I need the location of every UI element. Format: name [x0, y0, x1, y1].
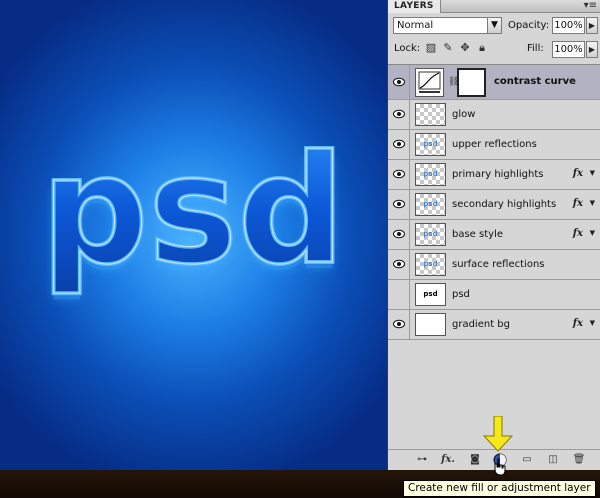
- eye-icon: [393, 109, 405, 119]
- opacity-label: Opacity:: [508, 20, 550, 31]
- fill-label: Fill:: [527, 43, 544, 54]
- document-canvas[interactable]: psd psd psd: [0, 0, 387, 470]
- layer-mask-thumbnail[interactable]: [457, 68, 486, 97]
- blend-opacity-row: Normal ▼ Opacity: 100% ▶: [388, 14, 600, 36]
- add-mask-icon[interactable]: ◙: [468, 453, 482, 467]
- layer-name: contrast curve: [494, 76, 576, 87]
- layer-upper-reflections[interactable]: psd upper reflections: [388, 130, 600, 160]
- layers-list: ⛓ contrast curve glow psd upper reflecti…: [388, 64, 600, 346]
- lock-transparent-icon[interactable]: ▨: [425, 41, 437, 55]
- layer-psd[interactable]: psd psd: [388, 280, 600, 310]
- layer-name: surface reflections: [452, 259, 545, 270]
- fill-field[interactable]: 100%: [552, 41, 585, 58]
- tooltip: Create new fill or adjustment layer: [403, 480, 596, 497]
- visibility-toggle[interactable]: [388, 310, 410, 339]
- layer-contrast-curve[interactable]: ⛓ contrast curve: [388, 65, 600, 100]
- fx-badge[interactable]: fx: [573, 228, 583, 239]
- visibility-toggle[interactable]: [388, 190, 410, 219]
- new-layer-icon[interactable]: ◫: [546, 453, 560, 467]
- visibility-toggle[interactable]: [388, 65, 410, 99]
- hand-cursor-icon: [494, 458, 506, 476]
- opacity-arrow-icon[interactable]: ▶: [586, 17, 598, 34]
- lock-move-icon[interactable]: ✥: [459, 41, 471, 55]
- expand-effects-icon[interactable]: ▼: [590, 199, 595, 207]
- layer-glow[interactable]: glow: [388, 100, 600, 130]
- layer-thumbnail: psd: [415, 223, 446, 246]
- expand-effects-icon[interactable]: ▼: [590, 319, 595, 327]
- curves-adjustment-icon: [415, 68, 444, 97]
- link-layers-icon[interactable]: ⊶: [414, 453, 430, 467]
- delete-layer-icon[interactable]: 🗑︎: [572, 453, 586, 467]
- layer-name: upper reflections: [452, 139, 537, 150]
- layer-thumbnail: psd: [415, 253, 446, 276]
- fx-badge[interactable]: fx: [573, 198, 583, 209]
- layer-gradient-bg[interactable]: gradient bg fx ▼: [388, 310, 600, 340]
- layer-thumbnail: psd: [415, 163, 446, 186]
- expand-effects-icon[interactable]: ▼: [590, 169, 595, 177]
- layer-name: secondary highlights: [452, 199, 557, 210]
- psd-artwork: psd psd psd: [39, 122, 347, 304]
- blend-mode-value: Normal: [397, 20, 434, 31]
- layer-style-icon[interactable]: fx.: [440, 453, 456, 467]
- layer-name: psd: [452, 289, 470, 300]
- eye-icon: [393, 199, 405, 209]
- eye-icon: [393, 319, 405, 329]
- fx-badge[interactable]: fx: [573, 168, 583, 179]
- layer-thumbnail: [415, 103, 446, 126]
- eye-icon: [393, 139, 405, 149]
- visibility-toggle[interactable]: [388, 280, 410, 309]
- panel-tab-bar: LAYERS ▾≡: [388, 0, 600, 13]
- visibility-toggle[interactable]: [388, 100, 410, 129]
- layer-name: base style: [452, 229, 503, 240]
- layer-name: gradient bg: [452, 319, 510, 330]
- layer-base-style[interactable]: psd base style fx ▼: [388, 220, 600, 250]
- eye-icon: [393, 77, 405, 87]
- lock-paint-icon[interactable]: ✎: [442, 41, 454, 55]
- lock-fill-row: Lock: ▨ ✎ ✥ 🔒︎ Fill: 100% ▶: [388, 38, 600, 60]
- visibility-toggle[interactable]: [388, 160, 410, 189]
- eye-icon: [393, 169, 405, 179]
- visibility-toggle[interactable]: [388, 250, 410, 279]
- panel-menu-icon[interactable]: ▾≡: [584, 0, 597, 12]
- layer-name: glow: [452, 109, 476, 120]
- visibility-toggle[interactable]: [388, 130, 410, 159]
- eye-icon: [393, 259, 405, 269]
- chevron-down-icon[interactable]: ▼: [487, 18, 501, 33]
- layer-thumbnail: psd: [415, 283, 446, 306]
- lock-label: Lock:: [394, 43, 421, 54]
- tab-layers[interactable]: LAYERS: [388, 0, 441, 13]
- opacity-field[interactable]: 100%: [552, 17, 585, 34]
- annotation-arrow-icon: [482, 416, 514, 452]
- layer-surface-reflections[interactable]: psd surface reflections: [388, 250, 600, 280]
- expand-effects-icon[interactable]: ▼: [590, 229, 595, 237]
- new-group-icon[interactable]: ▭: [520, 453, 534, 467]
- layer-name: primary highlights: [452, 169, 544, 180]
- fx-badge[interactable]: fx: [573, 318, 583, 329]
- layer-thumbnail: psd: [415, 193, 446, 216]
- layer-thumbnail: psd: [415, 133, 446, 156]
- eye-icon: [393, 229, 405, 239]
- layers-panel: LAYERS ▾≡ Normal ▼ Opacity: 100% ▶ Lock:…: [387, 0, 600, 470]
- visibility-toggle[interactable]: [388, 220, 410, 249]
- artwork-highlight: psd: [41, 124, 345, 298]
- lock-all-icon[interactable]: 🔒︎: [476, 41, 488, 55]
- fill-arrow-icon[interactable]: ▶: [586, 41, 598, 58]
- layer-secondary-highlights[interactable]: psd secondary highlights fx ▼: [388, 190, 600, 220]
- layer-primary-highlights[interactable]: psd primary highlights fx ▼: [388, 160, 600, 190]
- blend-mode-select[interactable]: Normal ▼: [393, 17, 502, 34]
- layer-thumbnail: [415, 313, 446, 336]
